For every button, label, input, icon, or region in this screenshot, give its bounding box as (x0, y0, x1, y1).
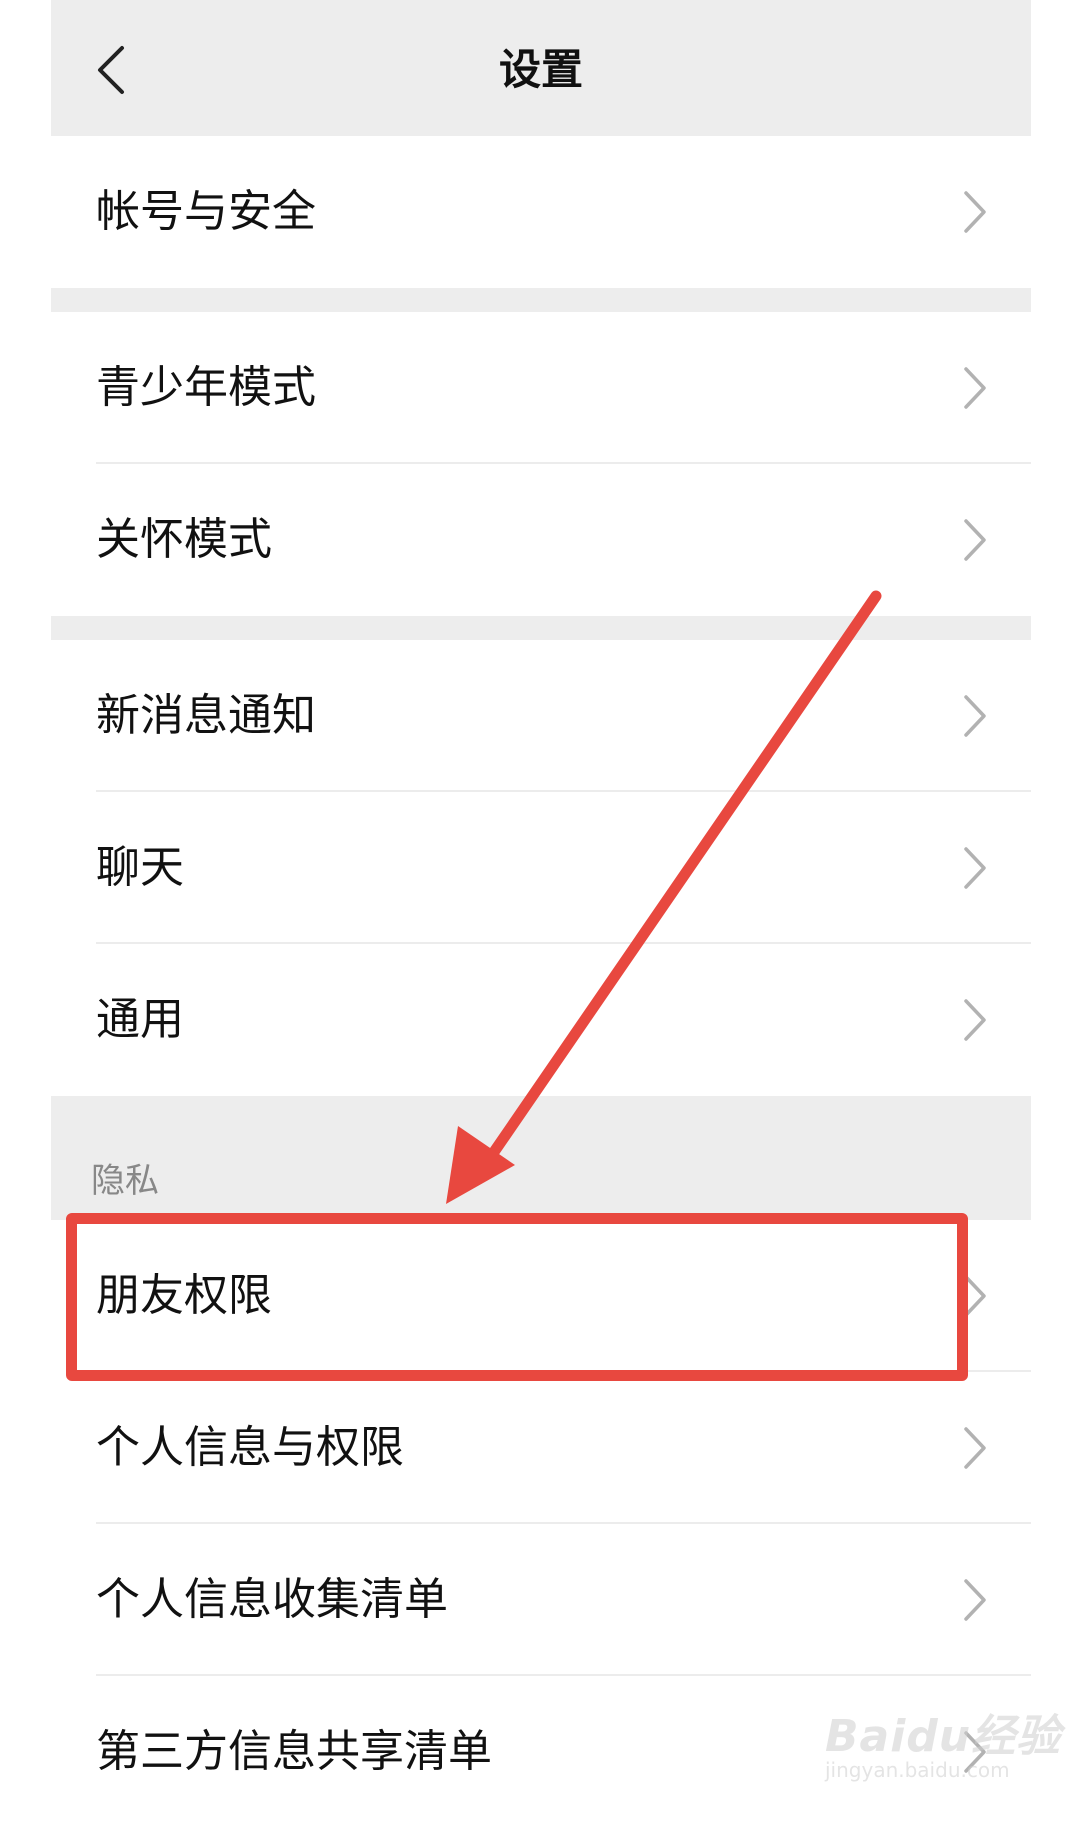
chevron-right-icon (964, 999, 986, 1041)
chevron-right-icon (964, 1275, 986, 1317)
chevron-right-icon (964, 1427, 986, 1469)
nav-bar: 设置 (51, 0, 1031, 136)
settings-item-label: 朋友权限 (96, 1270, 272, 1321)
section-header-privacy: 隐私 (51, 1096, 1031, 1220)
settings-item-label: 青少年模式 (96, 362, 316, 413)
settings-item-personal-info-permissions[interactable]: 个人信息与权限 (51, 1372, 1031, 1524)
chevron-right-icon (964, 519, 986, 561)
settings-item-care-mode[interactable]: 关怀模式 (51, 464, 1031, 616)
settings-item-friend-permissions[interactable]: 朋友权限 (51, 1220, 1031, 1372)
settings-item-label: 新消息通知 (96, 690, 316, 741)
settings-item-label: 通用 (96, 994, 184, 1045)
group-separator (51, 288, 1031, 312)
chevron-right-icon (964, 847, 986, 889)
settings-item-chat[interactable]: 聊天 (51, 792, 1031, 944)
chevron-right-icon (964, 367, 986, 409)
page-title: 设置 (498, 45, 583, 94)
settings-item-youth-mode[interactable]: 青少年模式 (51, 312, 1031, 464)
settings-item-notifications[interactable]: 新消息通知 (51, 640, 1031, 792)
settings-item-account-security[interactable]: 帐号与安全 (51, 136, 1031, 288)
chevron-right-icon (964, 695, 986, 737)
settings-item-general[interactable]: 通用 (51, 944, 1031, 1096)
settings-item-label: 第三方信息共享清单 (96, 1726, 492, 1777)
chevron-right-icon (964, 1579, 986, 1621)
settings-item-label: 聊天 (96, 842, 184, 893)
chevron-right-icon (964, 1731, 986, 1773)
settings-item-label: 个人信息与权限 (96, 1422, 404, 1473)
group-separator (51, 616, 1031, 640)
settings-item-label: 帐号与安全 (96, 186, 316, 237)
settings-item-third-party-sharing-list[interactable]: 第三方信息共享清单 (51, 1676, 1031, 1828)
settings-item-label: 个人信息收集清单 (96, 1574, 448, 1625)
chevron-right-icon (964, 191, 986, 233)
settings-item-info-collection-list[interactable]: 个人信息收集清单 (51, 1524, 1031, 1676)
section-label: 隐私 (91, 1161, 159, 1201)
settings-screen: 设置 帐号与安全 青少年模式 关怀模式 新消息通知 聊天 通用 隐私 朋友权限 (51, 0, 1031, 1828)
settings-item-label: 关怀模式 (96, 514, 272, 565)
